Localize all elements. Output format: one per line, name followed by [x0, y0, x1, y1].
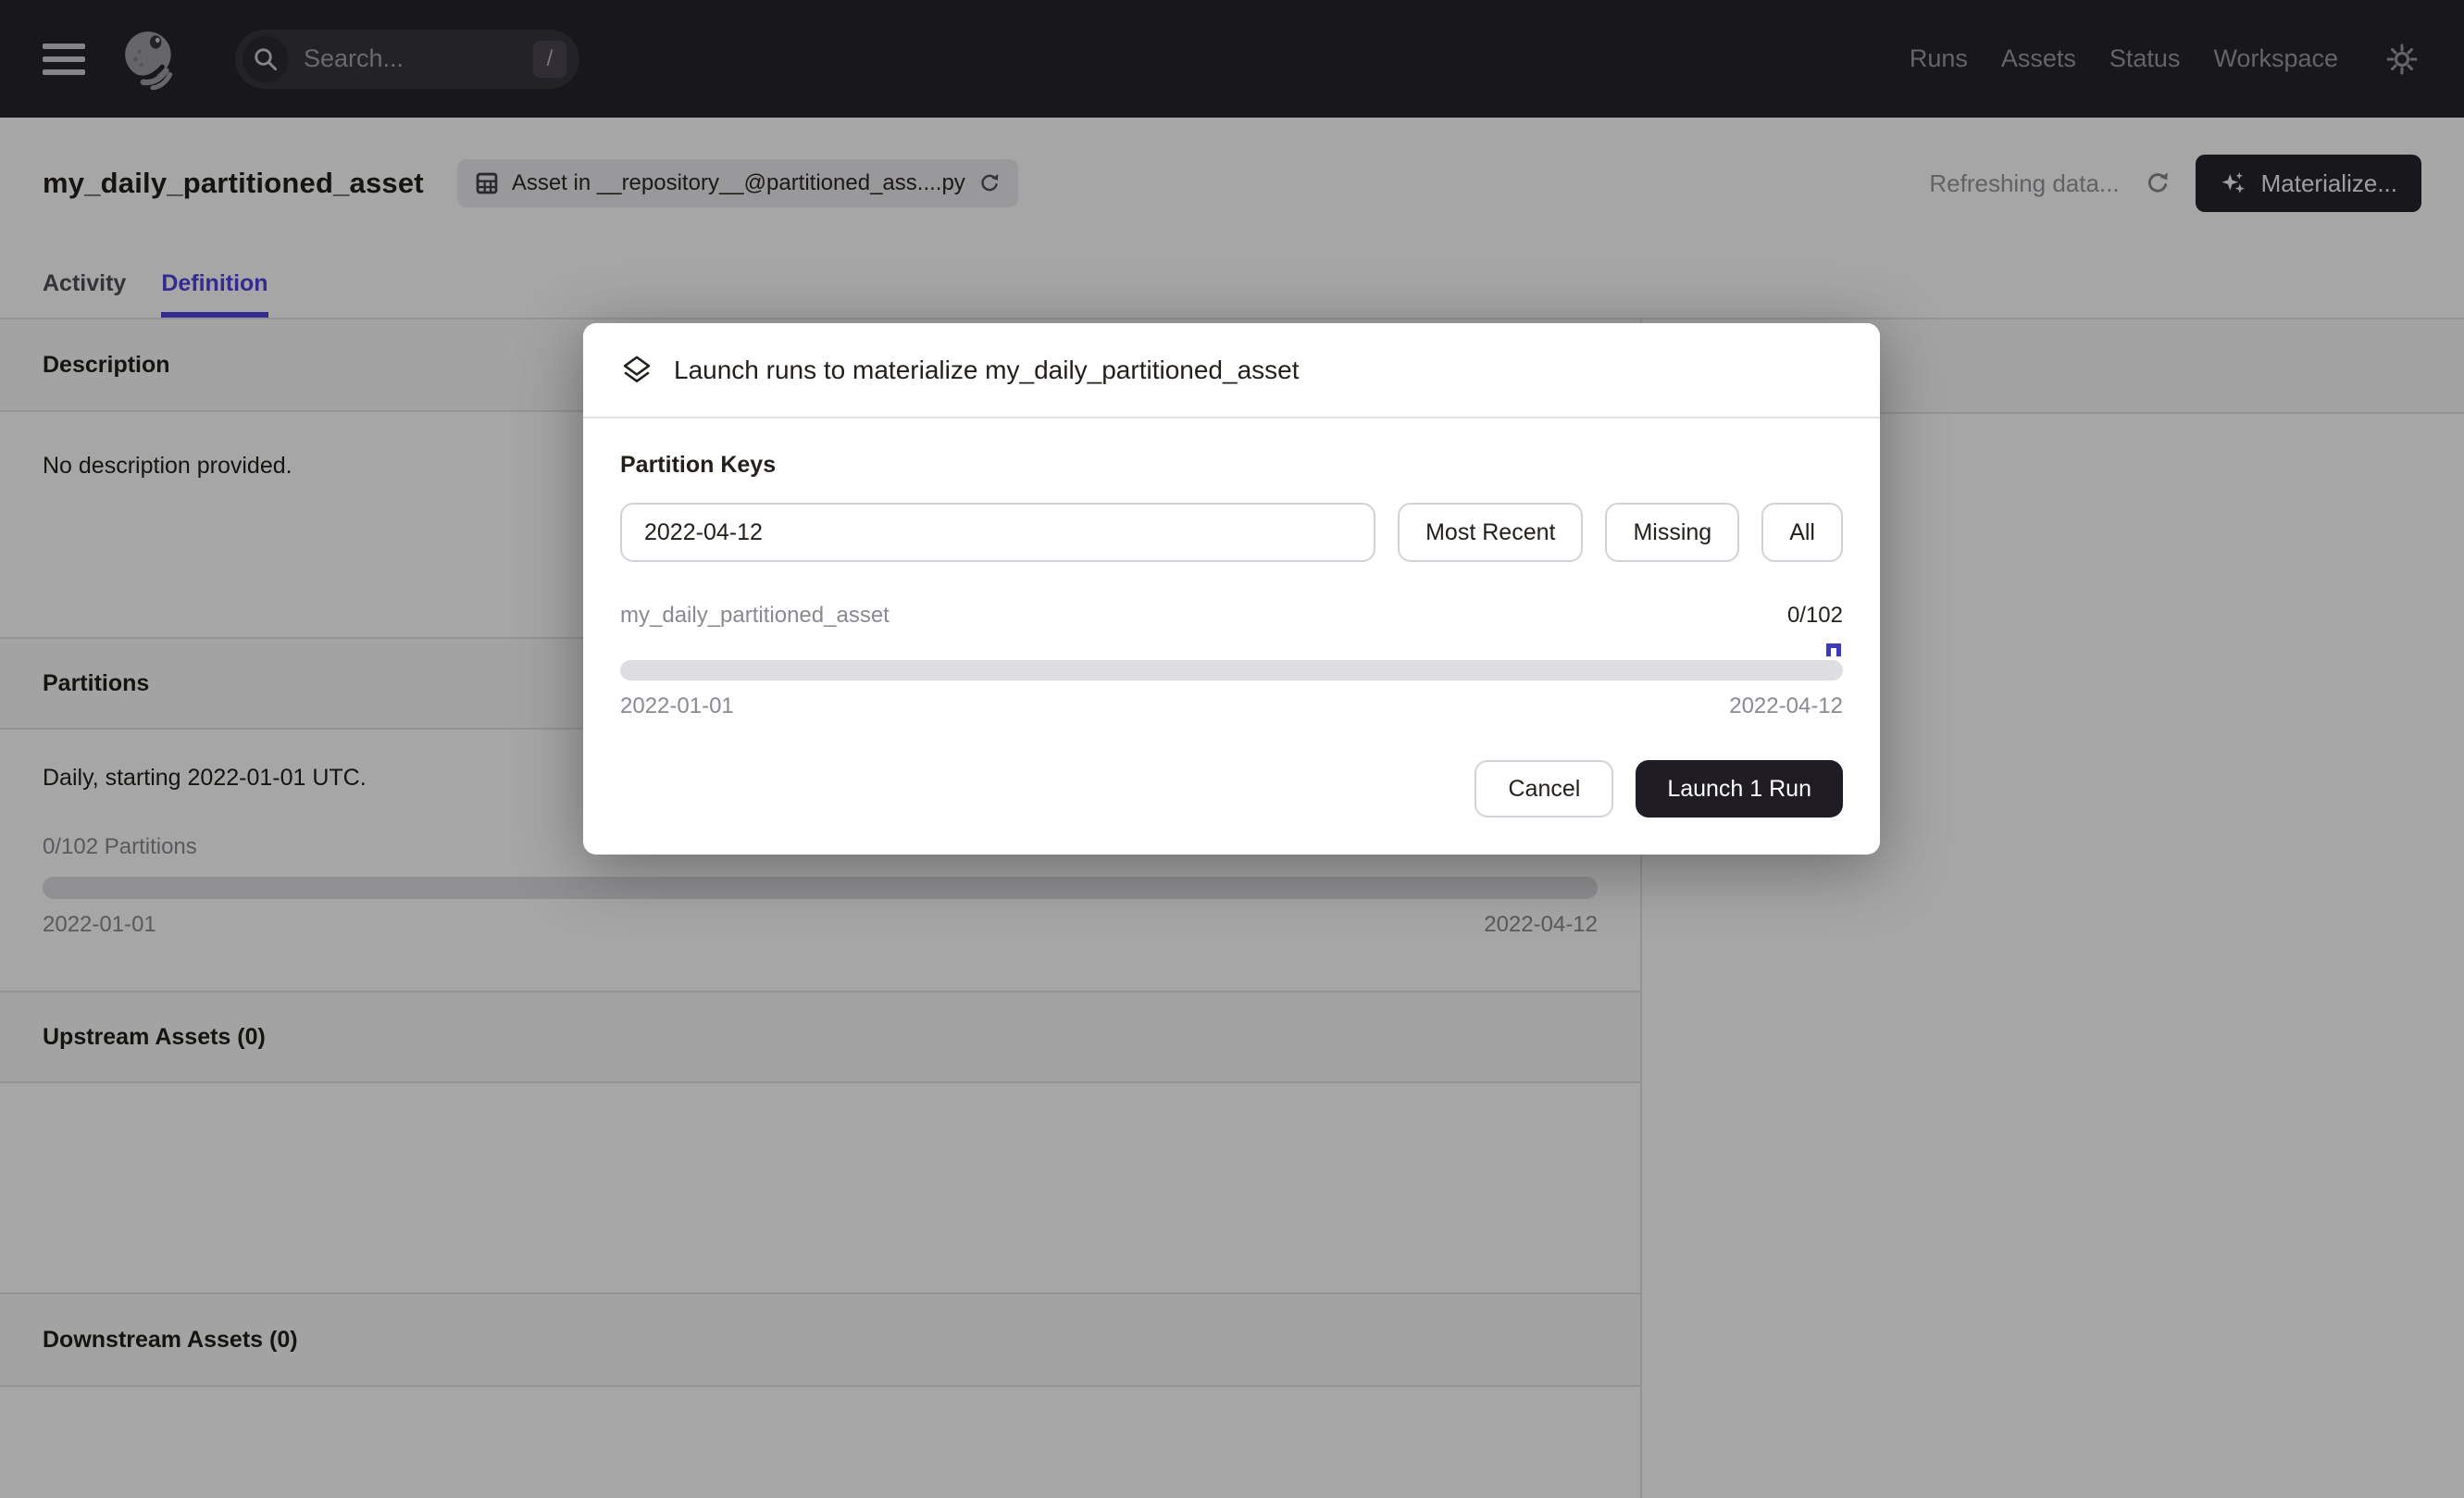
modal-asset-name: my_daily_partitioned_asset	[620, 603, 890, 629]
modal-partition-count: 0/102	[1787, 603, 1843, 629]
cancel-button[interactable]: Cancel	[1475, 760, 1613, 818]
modal-header: Launch runs to materialize my_daily_part…	[583, 323, 1880, 418]
modal-range-end: 2022-04-12	[1729, 693, 1843, 719]
missing-button[interactable]: Missing	[1605, 503, 1739, 562]
launch-runs-modal: Launch runs to materialize my_daily_part…	[583, 323, 1880, 855]
all-button[interactable]: All	[1761, 503, 1843, 562]
modal-title: Launch runs to materialize my_daily_part…	[674, 356, 1300, 385]
partition-key-input[interactable]	[620, 503, 1375, 562]
partition-selection-area: my_daily_partitioned_asset 0/102 2022-01…	[620, 603, 1843, 719]
launch-run-button[interactable]: Launch 1 Run	[1636, 760, 1843, 818]
selected-range-marker	[1826, 643, 1841, 656]
modal-partition-bar[interactable]	[620, 660, 1843, 680]
modal-range-start: 2022-01-01	[620, 693, 734, 719]
app-screen: Search... / Runs Assets Status Workspace	[0, 0, 2464, 1498]
asset-layers-icon	[620, 354, 653, 387]
modal-body: Partition Keys Most Recent Missing All m…	[583, 418, 1880, 855]
most-recent-button[interactable]: Most Recent	[1398, 503, 1583, 562]
partition-keys-label: Partition Keys	[620, 452, 1843, 479]
